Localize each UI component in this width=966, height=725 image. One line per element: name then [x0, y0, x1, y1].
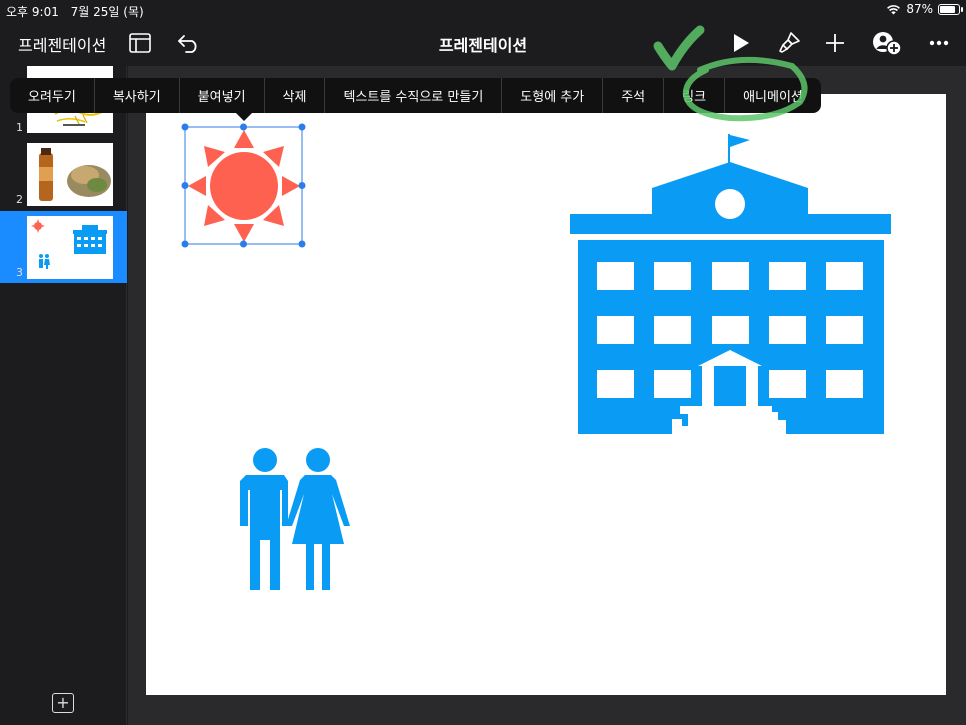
menu-delete[interactable]: 삭제	[265, 78, 326, 113]
slide-thumbnail-3[interactable]: 3	[0, 211, 127, 283]
add-slide-icon: +	[56, 693, 70, 712]
sun-shape[interactable]	[188, 130, 300, 242]
slide-thumb-2-preview	[27, 143, 113, 206]
status-bar: 오후 9:01 7월 25일 (목) 87%	[0, 0, 966, 20]
slide-navigator: 1 2 3 +	[0, 66, 127, 725]
slide-canvas[interactable]	[146, 94, 946, 695]
resize-handle[interactable]	[298, 123, 306, 131]
battery-percent: 87%	[906, 2, 933, 16]
menu-animation[interactable]: 애니메이션	[725, 78, 821, 113]
resize-handle[interactable]	[240, 240, 247, 248]
slide-thumbnail-2[interactable]: 2	[0, 138, 127, 210]
slide-thumb-3-preview	[27, 216, 113, 279]
slide-number-1: 1	[16, 121, 23, 134]
slide-number-3: 3	[16, 266, 23, 279]
more-icon[interactable]	[926, 30, 952, 56]
slide-content	[181, 123, 891, 590]
resize-handle[interactable]	[298, 240, 306, 248]
menu-link[interactable]: 링크	[664, 78, 726, 113]
menu-paste[interactable]: 붙여넣기	[180, 78, 265, 113]
resize-handle[interactable]	[181, 240, 189, 248]
status-left: 오후 9:01 7월 25일 (목)	[6, 3, 152, 20]
undo-icon[interactable]	[176, 30, 202, 56]
toolbar: 프레젠테이션 프레젠테이션	[0, 20, 966, 66]
slides-panel-icon[interactable]	[127, 30, 153, 56]
play-icon[interactable]	[728, 30, 754, 56]
battery-icon	[938, 3, 963, 15]
context-menu: 오려두기 복사하기 붙여넣기 삭제 텍스트를 수직으로 만들기 도형에 추가 주…	[10, 78, 821, 113]
status-time: 오후 9:01	[6, 5, 59, 19]
status-right: 87%	[886, 2, 963, 16]
resize-handle[interactable]	[240, 123, 247, 131]
resize-handle[interactable]	[181, 123, 189, 131]
resize-handle[interactable]	[181, 182, 189, 189]
resize-handle[interactable]	[298, 182, 306, 189]
school-building-shape[interactable]	[570, 134, 891, 434]
menu-add-to-shapes[interactable]: 도형에 추가	[502, 78, 604, 113]
people-shape[interactable]	[240, 448, 350, 590]
collaborate-icon[interactable]	[871, 30, 903, 56]
plus-icon[interactable]	[822, 30, 848, 56]
brush-icon[interactable]	[776, 30, 802, 56]
menu-cut[interactable]: 오려두기	[10, 78, 95, 113]
status-date: 7월 25일 (목)	[70, 5, 144, 19]
slide-canvas-area	[128, 66, 966, 725]
documents-button[interactable]: 프레젠테이션	[18, 32, 106, 56]
menu-comment[interactable]: 주석	[603, 78, 665, 113]
slide-number-2: 2	[16, 193, 23, 206]
add-slide-button[interactable]: +	[52, 693, 74, 713]
menu-vertical-text[interactable]: 텍스트를 수직으로 만들기	[325, 78, 503, 113]
document-title[interactable]: 프레젠테이션	[439, 36, 527, 55]
wifi-icon	[887, 4, 901, 14]
context-menu-pointer	[236, 113, 252, 121]
menu-copy[interactable]: 복사하기	[95, 78, 180, 113]
battery-fill	[940, 5, 955, 13]
